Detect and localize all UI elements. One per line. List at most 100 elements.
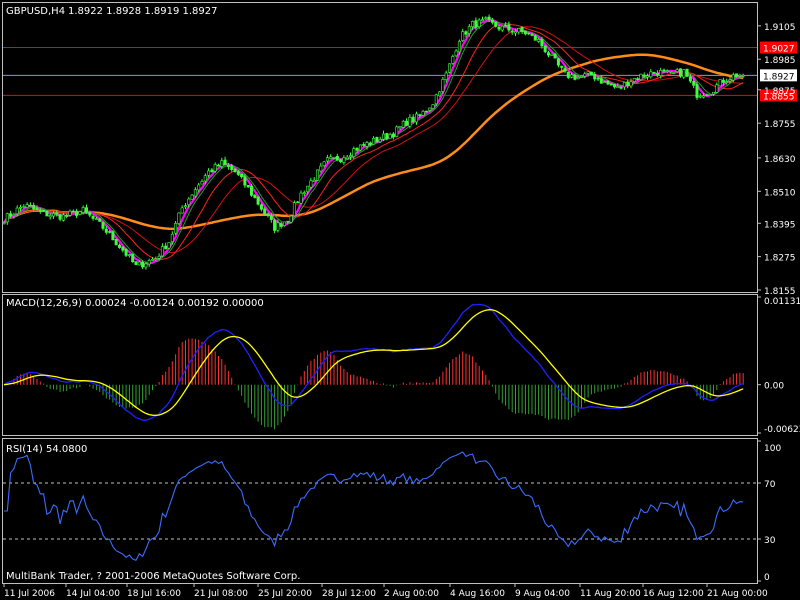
time-tick-label: 11 Jul 2006 [4,589,55,599]
candle-body [672,72,676,74]
candle-body [606,80,610,85]
candle-body [695,84,699,98]
candle-body [494,21,498,27]
candle-body [711,91,715,95]
candle-body [520,27,524,32]
candle-body [220,160,224,167]
candle-body [348,155,352,158]
rsi-tick-label: 0 [764,573,770,583]
candle-body [236,171,240,175]
candle-body [583,73,587,77]
candle-body [306,185,310,193]
candle-body [599,78,603,84]
candle-body [124,248,128,256]
rsi-title: RSI(14) 54.0800 [6,444,87,455]
candle-body [312,179,316,182]
candle-body [230,165,234,170]
candle-body [533,35,537,41]
candle-body [217,164,221,167]
candle-body [352,148,356,157]
candle-body [560,65,564,68]
candle-body [500,25,504,31]
candle-body [233,168,237,173]
candle-body [507,24,511,31]
candle-body [579,75,583,78]
candle-body [556,58,560,66]
candle-body [207,170,211,176]
candle-body [444,72,448,80]
candle-body [596,77,600,80]
candle-body [391,133,395,138]
candle-body [18,206,22,209]
candle-body [573,74,577,80]
candle-body [276,222,280,231]
candle-body [632,78,636,82]
candle-body [461,31,465,41]
candle-body [42,209,46,212]
candle-body [527,32,531,35]
candle-body [731,74,735,81]
macd-tick-label: 0.00 [764,382,784,392]
candle-body [101,222,105,229]
candle-body [537,39,541,42]
candle-body [550,53,554,56]
candle-body [104,228,108,233]
candle-body [622,81,626,88]
time-tick-label: 11 Aug 20:00 [580,589,641,599]
price-tick-label: 1.8510 [764,188,796,198]
candle-body [678,68,682,77]
time-tick-label: 4 Aug 16:00 [450,589,505,599]
candle-body [45,210,49,217]
candle-body [160,246,164,257]
candle-body [715,84,719,93]
candle-body [151,259,155,261]
time-tick-label: 2 Aug 00:00 [384,589,439,599]
candle-body [200,181,204,185]
candle-body [368,142,372,145]
candle-body [434,94,438,104]
candle-body [203,175,207,182]
candle-body [685,68,689,77]
candle-body [388,134,392,139]
candle-body [692,81,696,86]
candle-body [405,120,409,126]
candle-body [51,213,55,217]
candle-body [246,184,250,188]
candle-body [421,111,425,116]
time-tick-label: 16 Aug 12:00 [643,589,704,599]
candle-body [626,81,630,87]
candle-body [698,95,702,98]
time-tick-label: 9 Aug 04:00 [515,589,570,599]
price-tick-label: 1.8275 [764,254,796,264]
time-tick-label: 14 Jul 04:00 [66,589,120,599]
price-level-label: 1.9027 [763,45,795,55]
candle-body [190,194,194,200]
candle-body [414,113,418,123]
candle-body [381,133,385,140]
candle-body [513,31,517,34]
candle-body [457,41,461,53]
price-tick-label: 1.8155 [764,287,796,297]
candle-body [408,116,412,127]
candle-body [302,192,306,194]
candle-body [32,205,36,210]
candle-body [659,70,663,77]
candle-body [593,74,597,80]
candle-body [121,246,125,251]
candle-body [639,73,643,80]
candle-body [243,176,247,186]
candle-body [137,261,141,266]
candle-body [540,39,544,47]
price-tick-label: 1.8985 [764,56,796,66]
candle-body [480,19,484,21]
candle-body [65,215,69,217]
candle-body [223,159,227,165]
price-tick-label: 1.9105 [764,23,796,33]
candle-body [187,198,191,205]
candle-body [471,21,475,27]
candle-body [669,71,673,73]
candle-body [358,144,362,151]
candle-body [25,204,29,208]
price-tick-label: 1.8875 [764,87,796,97]
candle-body [474,20,478,28]
